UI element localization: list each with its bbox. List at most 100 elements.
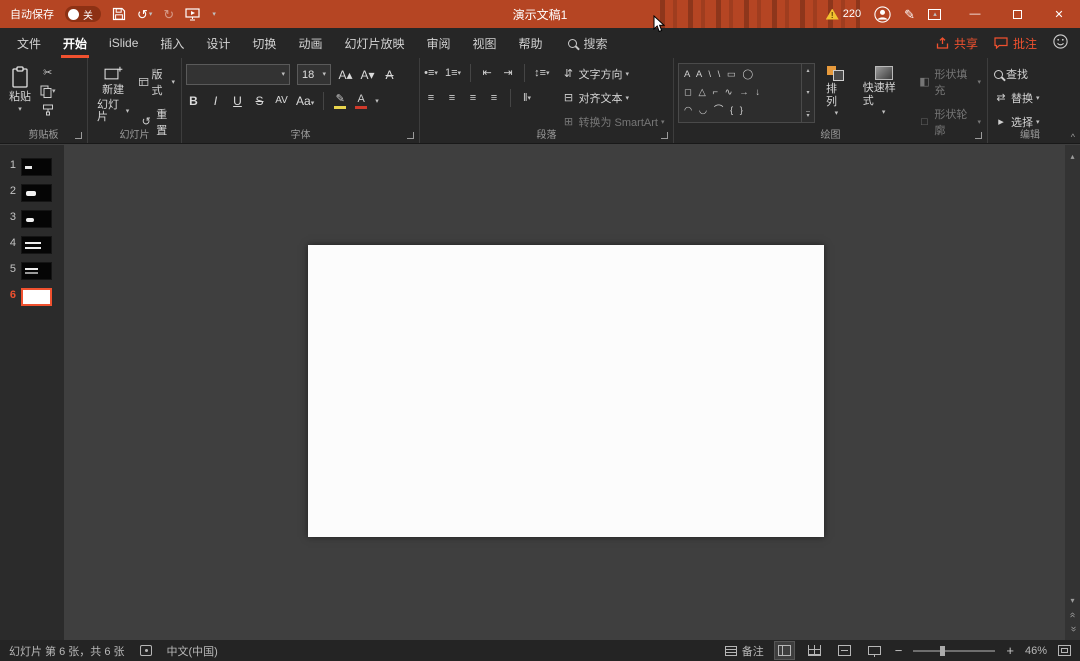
tab-slideshow[interactable]: 幻灯片放映 bbox=[333, 28, 415, 58]
tab-insert[interactable]: 插入 bbox=[149, 28, 195, 58]
tab-view[interactable]: 视图 bbox=[461, 28, 507, 58]
tab-help[interactable]: 帮助 bbox=[508, 28, 554, 58]
shrink-font-button[interactable]: A▾ bbox=[360, 69, 375, 81]
format-painter-icon[interactable] bbox=[40, 104, 56, 116]
align-left-icon[interactable]: ≡ bbox=[424, 93, 438, 104]
normal-view-button[interactable] bbox=[775, 642, 794, 659]
decrease-indent-icon[interactable]: ⇤ bbox=[480, 68, 494, 79]
slide-sorter-view-button[interactable] bbox=[805, 642, 824, 659]
zoom-slider[interactable] bbox=[913, 650, 995, 652]
bullets-icon[interactable]: •≡▾ bbox=[424, 68, 438, 79]
find-button[interactable]: 查找 bbox=[992, 65, 1068, 83]
comments-button[interactable]: 批注 bbox=[994, 35, 1037, 52]
numbering-icon[interactable]: 1≡▾ bbox=[445, 68, 461, 79]
search-box[interactable]: 搜索 bbox=[568, 28, 608, 58]
tab-file[interactable]: 文件 bbox=[6, 28, 52, 58]
pen-input-icon[interactable]: ✎ bbox=[904, 8, 915, 21]
line-spacing-icon[interactable]: ↕≡▾ bbox=[534, 68, 549, 79]
clipboard-dialog-launcher[interactable] bbox=[75, 132, 82, 139]
text-direction-button[interactable]: ⇵ 文字方向▾ bbox=[560, 65, 667, 83]
reading-view-icon bbox=[838, 645, 851, 656]
save-icon[interactable] bbox=[112, 7, 126, 21]
replace-button[interactable]: ⇄ 替换▾ bbox=[992, 89, 1068, 107]
font-dialog-launcher[interactable] bbox=[407, 132, 414, 139]
font-color-button[interactable]: A bbox=[354, 94, 368, 109]
qat-customize-icon[interactable]: ▾ bbox=[211, 11, 216, 18]
close-button[interactable]: ✕ bbox=[1038, 0, 1080, 28]
notes-button[interactable]: 备注 bbox=[725, 643, 764, 659]
quick-styles-button[interactable]: 快速样式 ▾ bbox=[858, 63, 910, 127]
text-highlight-button[interactable]: ✎ bbox=[333, 94, 347, 109]
font-name-combo[interactable]: ▾ bbox=[186, 64, 290, 85]
gallery-scroll-down-icon[interactable]: ▾ bbox=[806, 89, 809, 96]
slide-thumbnail-6-selected[interactable]: 6 bbox=[0, 284, 64, 310]
copy-icon[interactable]: ▾ bbox=[40, 85, 56, 98]
paragraph-dialog-launcher[interactable] bbox=[661, 132, 668, 139]
account-avatar[interactable] bbox=[874, 6, 891, 23]
scroll-up-icon[interactable]: ▴ bbox=[1070, 149, 1074, 164]
start-slideshow-icon[interactable] bbox=[185, 8, 200, 21]
autosave-toggle[interactable]: 关 bbox=[65, 6, 101, 22]
underline-button[interactable]: U bbox=[230, 95, 245, 107]
tab-islide[interactable]: iSlide bbox=[98, 28, 149, 58]
warning-badge[interactable]: ! 220 bbox=[826, 8, 861, 20]
group-editing: 查找 ⇄ 替换▾ ▸ 选择▾ 编辑 bbox=[988, 58, 1072, 143]
justify-icon[interactable]: ≡ bbox=[487, 93, 501, 104]
slide-thumbnail-3[interactable]: 3 bbox=[0, 206, 64, 232]
gallery-scroll-up-icon[interactable]: ▴ bbox=[806, 67, 809, 74]
fit-slide-to-window-icon[interactable] bbox=[1058, 645, 1071, 656]
new-slide-button[interactable]: 新建 幻灯片▾ bbox=[92, 63, 134, 127]
font-size-combo[interactable]: 18 ▾ bbox=[297, 64, 331, 85]
zoom-in-button[interactable]: + bbox=[1006, 644, 1014, 657]
shape-fill-button[interactable]: ◧ 形状填充▾ bbox=[915, 65, 983, 99]
next-slide-icon[interactable]: » bbox=[1066, 626, 1080, 632]
ribbon-display-options-icon[interactable]: ▴ bbox=[928, 9, 941, 20]
increase-indent-icon[interactable]: ⇥ bbox=[501, 68, 515, 79]
slideshow-view-button[interactable] bbox=[865, 642, 884, 659]
paste-button[interactable]: 粘贴 ▾ bbox=[4, 63, 36, 127]
scroll-down-icon[interactable]: ▾ bbox=[1070, 593, 1074, 608]
tab-animations[interactable]: 动画 bbox=[287, 28, 333, 58]
maximize-button[interactable] bbox=[996, 0, 1038, 28]
slide-editing-surface[interactable] bbox=[308, 245, 824, 537]
accessibility-checker-icon[interactable] bbox=[140, 645, 152, 656]
zoom-level[interactable]: 46% bbox=[1025, 645, 1047, 657]
slide-counter[interactable]: 幻灯片 第 6 张，共 6 张 bbox=[9, 643, 125, 659]
share-button[interactable]: 共享 bbox=[936, 35, 978, 52]
italic-button[interactable]: I bbox=[208, 95, 223, 107]
columns-icon[interactable]: ‖▾ bbox=[520, 93, 534, 104]
align-text-button[interactable]: ⊟ 对齐文本▾ bbox=[560, 89, 667, 107]
clear-formatting-button[interactable]: A bbox=[382, 69, 397, 81]
strikethrough-button[interactable]: S bbox=[252, 95, 267, 107]
arrange-button[interactable]: 排列 ▾ bbox=[821, 63, 852, 127]
align-center-icon[interactable]: ≡ bbox=[445, 93, 459, 104]
change-case-button[interactable]: Aa▾ bbox=[296, 95, 314, 107]
zoom-out-button[interactable]: − bbox=[895, 644, 903, 657]
align-right-icon[interactable]: ≡ bbox=[466, 93, 480, 104]
undo-icon[interactable]: ↺▾ bbox=[137, 8, 152, 21]
collapse-ribbon-icon[interactable]: ^ bbox=[1071, 132, 1075, 142]
slide-thumbnail-5[interactable]: 5 bbox=[0, 258, 64, 284]
slide-thumbnail-4[interactable]: 4 bbox=[0, 232, 64, 258]
previous-slide-icon[interactable]: » bbox=[1066, 612, 1080, 618]
redo-icon[interactable]: ↻ bbox=[163, 8, 174, 21]
tab-design[interactable]: 设计 bbox=[195, 28, 241, 58]
shapes-gallery-grid[interactable]: A A \ \ ▭ ◯ ◻ △ ⌐ ∿ → ↓ ◠ ◡ ⌒ { } bbox=[678, 63, 802, 123]
zoom-slider-thumb[interactable] bbox=[940, 646, 945, 656]
tab-transitions[interactable]: 切换 bbox=[241, 28, 287, 58]
feedback-smiley-icon[interactable] bbox=[1053, 34, 1068, 52]
tab-home[interactable]: 开始 bbox=[52, 28, 98, 58]
slide-thumbnail-2[interactable]: 2 bbox=[0, 180, 64, 206]
cut-icon[interactable]: ✂ bbox=[40, 68, 56, 79]
tab-review[interactable]: 审阅 bbox=[415, 28, 461, 58]
drawing-dialog-launcher[interactable] bbox=[975, 132, 982, 139]
bold-button[interactable]: B bbox=[186, 95, 201, 107]
minimize-button[interactable]: — bbox=[954, 0, 996, 28]
slide-thumbnail-1[interactable]: 1 bbox=[0, 154, 64, 180]
reading-view-button[interactable] bbox=[835, 642, 854, 659]
gallery-more-icon[interactable]: ▾ bbox=[806, 111, 809, 119]
grow-font-button[interactable]: A▴ bbox=[338, 69, 353, 81]
layout-button[interactable]: 版式▾ bbox=[137, 65, 177, 99]
character-spacing-button[interactable]: AV bbox=[274, 96, 289, 106]
language-indicator[interactable]: 中文(中国) bbox=[167, 643, 218, 659]
